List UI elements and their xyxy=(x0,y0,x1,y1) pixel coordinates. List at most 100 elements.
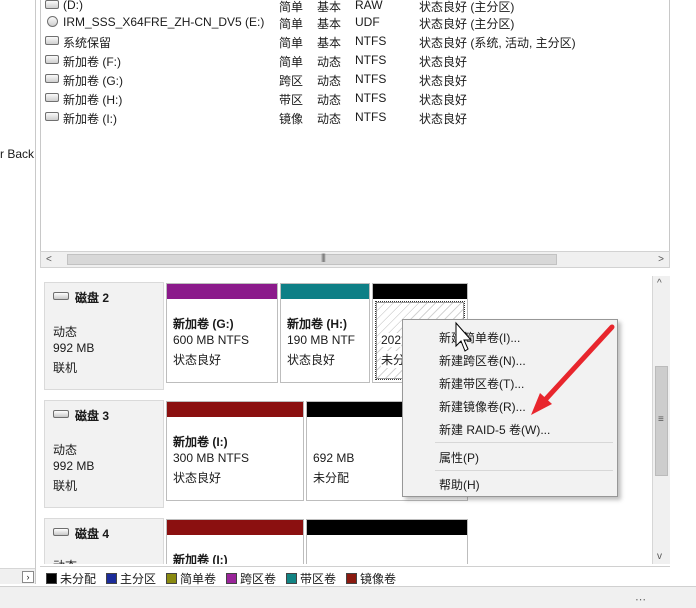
scroll-down-arrow-icon[interactable]: v xyxy=(657,551,662,562)
disk-state: 联机 xyxy=(53,361,78,375)
volume-filesystem: NTFS xyxy=(355,110,387,124)
scroll-right-arrow-icon[interactable]: > xyxy=(658,254,664,265)
unallocated-partition[interactable] xyxy=(306,519,468,564)
legend-item: 未分配 xyxy=(46,570,96,587)
volume-row[interactable]: 新加卷 (F:) 简单 动态 NTFS 状态良好 xyxy=(41,51,669,70)
scrollbar-grip-icon: ≡ xyxy=(658,414,664,425)
disk-icon xyxy=(53,410,69,418)
disk-size: 992 MB xyxy=(53,341,95,355)
legend-item: 带区卷 xyxy=(286,570,336,587)
legend-label: 跨区卷 xyxy=(240,572,277,586)
scroll-up-arrow-icon[interactable]: ^ xyxy=(657,278,662,289)
partition-title: 新加卷 (I:) xyxy=(173,435,228,449)
disk-icon xyxy=(53,292,69,300)
disk-info-panel[interactable]: 磁盘 2 动态 992 MB 联机 xyxy=(44,282,164,390)
partition[interactable]: 新加卷 (I:) xyxy=(166,519,304,564)
partition[interactable]: 新加卷 (H:) 190 MB NTF 状态良好 xyxy=(280,283,370,383)
legend-item: 主分区 xyxy=(106,570,156,587)
legend-label: 简单卷 xyxy=(180,572,217,586)
legend-swatch xyxy=(166,573,177,584)
disk-state: 联机 xyxy=(53,479,78,493)
menu-item-new-mirrored-volume[interactable]: 新建镜像卷(R)... xyxy=(439,398,526,415)
legend-swatch xyxy=(46,573,57,584)
disk-info-panel[interactable]: 磁盘 4 动态 xyxy=(44,518,164,564)
legend-swatch xyxy=(226,573,237,584)
partition-status: 状态良好 xyxy=(287,353,336,367)
volume-list-horizontal-scrollbar[interactable]: < ||| > xyxy=(40,251,670,268)
partition-title: 202 xyxy=(381,333,402,347)
drive-icon xyxy=(45,74,59,83)
volume-layout: 简单 xyxy=(279,17,304,31)
partition-size: 300 MB NTFS xyxy=(173,451,250,465)
volume-filesystem: NTFS xyxy=(355,53,387,67)
drive-icon xyxy=(45,36,59,45)
volume-type: 动态 xyxy=(317,74,342,88)
volume-layout: 镜像 xyxy=(279,112,304,126)
volume-name: 新加卷 (G:) xyxy=(63,74,123,88)
navigation-horizontal-scrollbar[interactable]: › xyxy=(0,568,35,584)
disk-name: 磁盘 3 xyxy=(75,409,110,423)
legend-swatch xyxy=(346,573,357,584)
menu-item-new-spanned-volume[interactable]: 新建跨区卷(N)... xyxy=(439,352,526,369)
disk-type: 动态 xyxy=(53,557,77,564)
partition-status: 未分配 xyxy=(313,471,350,485)
volume-row[interactable]: 新加卷 (H:) 带区 动态 NTFS 状态良好 xyxy=(41,89,669,108)
volume-status: 状态良好 (系统, 活动, 主分区) xyxy=(419,36,576,50)
disk-size: 992 MB xyxy=(53,459,95,473)
disk-type: 动态 xyxy=(53,325,78,339)
legend-swatch xyxy=(106,573,117,584)
volume-filesystem: RAW xyxy=(355,0,383,12)
volume-row[interactable]: 新加卷 (I:) 镜像 动态 NTFS 状态良好 xyxy=(41,108,669,127)
navigation-item-label[interactable]: r Back xyxy=(0,147,34,161)
partition-status: 状态良好 xyxy=(173,353,222,367)
partition[interactable]: 新加卷 (G:) 600 MB NTFS 状态良好 xyxy=(166,283,278,383)
volume-layout: 简单 xyxy=(279,36,304,50)
legend-item: 镜像卷 xyxy=(346,570,396,587)
drive-icon xyxy=(45,112,59,121)
drive-icon xyxy=(45,93,59,102)
volume-filesystem: NTFS xyxy=(355,91,387,105)
legend-item: 简单卷 xyxy=(166,570,216,587)
partition-title: 新加卷 (G:) xyxy=(173,317,234,331)
scrollbar-thumb[interactable] xyxy=(67,254,557,265)
partition-color-bar xyxy=(167,520,303,535)
cd-drive-icon xyxy=(47,16,58,27)
volume-status: 状态良好 (主分区) xyxy=(419,17,515,31)
menu-item-new-raid5-volume[interactable]: 新建 RAID-5 卷(W)... xyxy=(439,421,550,438)
volume-type: 动态 xyxy=(317,93,342,107)
volume-name: 新加卷 (F:) xyxy=(63,55,121,69)
menu-item-properties[interactable]: 属性(P) xyxy=(439,449,479,466)
scroll-right-arrow-icon[interactable]: › xyxy=(22,571,34,583)
menu-item-help[interactable]: 帮助(H) xyxy=(439,476,480,493)
volume-name: 新加卷 (I:) xyxy=(63,112,117,126)
volume-filesystem: NTFS xyxy=(355,72,387,86)
scroll-left-arrow-icon[interactable]: < xyxy=(46,254,52,265)
volume-list: (D:) 简单 基本 RAW 状态良好 (主分区) IRM_SSS_X64FRE… xyxy=(40,0,670,252)
volume-row[interactable]: IRM_SSS_X64FRE_ZH-CN_DV5 (E:) 简单 基本 UDF … xyxy=(41,13,669,32)
partition-color-bar xyxy=(281,284,369,299)
menu-separator xyxy=(435,442,613,443)
status-bar: ⋯ xyxy=(0,586,696,608)
volume-layout: 跨区 xyxy=(279,74,304,88)
volume-type: 动态 xyxy=(317,55,342,69)
partition[interactable]: 新加卷 (I:) 300 MB NTFS 状态良好 xyxy=(166,401,304,501)
volume-filesystem: NTFS xyxy=(355,34,387,48)
volume-row[interactable]: 系统保留 简单 基本 NTFS 状态良好 (系统, 活动, 主分区) xyxy=(41,32,669,51)
legend-item: 跨区卷 xyxy=(226,570,276,587)
partition-color-bar xyxy=(167,284,277,299)
disk-view-vertical-scrollbar[interactable]: ^ ≡ v xyxy=(652,276,670,564)
resize-grip-icon[interactable]: ⋯ xyxy=(635,593,646,606)
partition-color-bar xyxy=(167,402,303,417)
legend-label: 镜像卷 xyxy=(360,572,397,586)
disk-info-panel[interactable]: 磁盘 3 动态 992 MB 联机 xyxy=(44,400,164,508)
menu-item-new-striped-volume[interactable]: 新建带区卷(T)... xyxy=(439,375,524,392)
legend-swatch xyxy=(286,573,297,584)
volume-row[interactable]: 新加卷 (G:) 跨区 动态 NTFS 状态良好 xyxy=(41,70,669,89)
menu-separator xyxy=(435,470,613,471)
menu-item-new-simple-volume[interactable]: 新建简单卷(I)... xyxy=(439,329,520,346)
volume-name: 系统保留 xyxy=(63,36,112,50)
context-menu: 新建简单卷(I)... 新建跨区卷(N)... 新建带区卷(T)... 新建镜像… xyxy=(402,319,618,497)
scrollbar-grip-icon: ||| xyxy=(321,252,326,262)
partition-size: 600 MB NTFS xyxy=(173,333,250,347)
disk-row: 磁盘 4 动态 新加卷 (I:) xyxy=(40,512,652,564)
